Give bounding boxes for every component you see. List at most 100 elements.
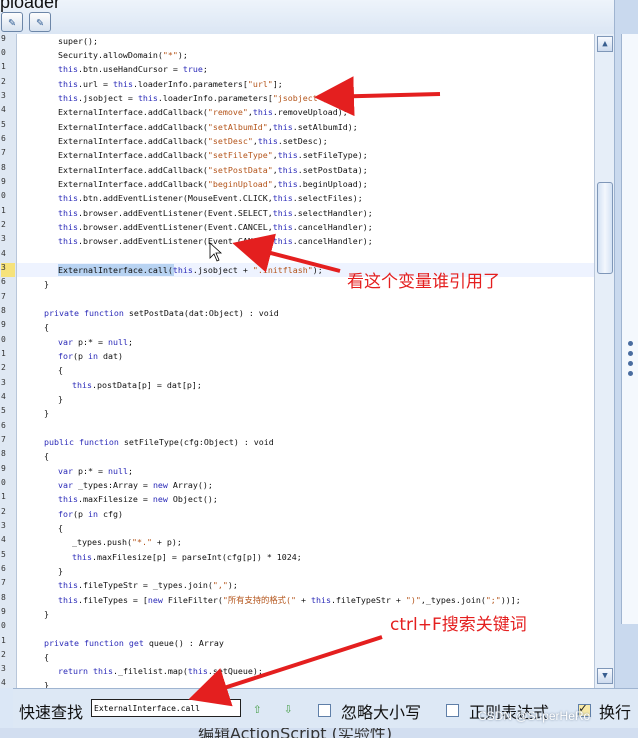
tool-icon: ✎ (36, 15, 44, 29)
regex-checkbox[interactable] (446, 704, 459, 717)
line-number: 1 (1, 349, 6, 358)
ignore-case-label: 忽略大小写 (341, 703, 422, 722)
code-line: } (58, 566, 63, 576)
find-input[interactable] (91, 699, 241, 717)
annotation-search-note: ctrl+F搜索关键词 (390, 615, 527, 635)
code-line: } (44, 609, 49, 619)
toolbar-button-1[interactable]: ✎ (1, 12, 23, 32)
watermark: CSDN @SuperHeRo (478, 709, 591, 723)
line-number: 2 (1, 363, 6, 372)
code-line: for(p in cfg) (58, 509, 123, 519)
code-line-current: ExternalInterface.call(this.jsobject + "… (58, 265, 323, 275)
line-number: 0 (1, 335, 6, 344)
line-number: 3 (1, 234, 6, 243)
code-line: super(); (58, 36, 98, 46)
code-line: } (44, 408, 49, 418)
grip-dot[interactable] (628, 371, 633, 376)
line-number: 7 (1, 435, 6, 444)
line-number: 7 (1, 148, 6, 157)
code-line: for(p in dat) (58, 351, 123, 361)
line-number: 0 (1, 478, 6, 487)
code-line: } (44, 279, 49, 289)
line-number: 9 (1, 607, 6, 616)
line-number: 5 (1, 120, 6, 129)
line-number: 6 (1, 564, 6, 573)
scroll-up-icon[interactable]: ▲ (597, 36, 613, 52)
grip-dot[interactable] (628, 361, 633, 366)
line-number: 7 (1, 292, 6, 301)
right-panel-inner (621, 34, 638, 624)
line-number: 4 (1, 392, 6, 401)
line-number: 6 (1, 277, 6, 286)
line-number: 8 (1, 593, 6, 602)
code-line: { (58, 365, 63, 375)
grip-dot[interactable] (628, 341, 633, 346)
line-number: 4 (1, 105, 6, 114)
code-line: this.postData[p] = dat[p]; (72, 380, 202, 390)
code-line: ExternalInterface.addCallback("setPostDa… (58, 165, 368, 175)
code-line: var _types:Array = new Array(); (58, 480, 213, 490)
gutter-numbers: 9012345678901234367890123456789012345678… (0, 34, 16, 688)
right-panel (614, 0, 638, 738)
arrow-down-icon[interactable]: ⇩ (284, 701, 292, 717)
line-number: 6 (1, 421, 6, 430)
code-line: ExternalInterface.addCallback("setDesc",… (58, 136, 328, 146)
code-line: { (44, 322, 49, 332)
line-number: 3 (1, 378, 6, 387)
toolbar-button-2[interactable]: ✎ (29, 12, 51, 32)
line-number: 5 (1, 406, 6, 415)
scroll-down-icon[interactable]: ▼ (597, 668, 613, 684)
line-number: 8 (1, 163, 6, 172)
code-line: Security.allowDomain("*"); (58, 50, 188, 60)
code-line: this.browser.addEventListener(Event.SELE… (58, 208, 373, 218)
code-line: } (44, 680, 49, 688)
line-number: 2 (1, 507, 6, 516)
ignore-case-checkbox[interactable] (318, 704, 331, 717)
code-editor[interactable]: super(); Security.allowDomain("*"); this… (17, 34, 594, 688)
line-number: 1 (1, 206, 6, 215)
code-line: this.browser.addEventListener(Event.CANC… (58, 236, 373, 246)
line-number: 9 (1, 34, 6, 43)
line-number: 1 (1, 636, 6, 645)
line-number: 9 (1, 320, 6, 329)
line-number: 0 (1, 621, 6, 630)
bottom-tab[interactable]: 编辑ActionScript (实验性) (198, 728, 392, 738)
arrow-up-icon[interactable]: ⇧ (253, 701, 261, 717)
code-line: this.fileTypeStr = _types.join(","); (58, 580, 238, 590)
line-number: 3 (1, 521, 6, 530)
line-number: 4 (1, 535, 6, 544)
line-number: 3 (1, 263, 15, 277)
scroll-thumb[interactable] (597, 182, 613, 274)
code-line: this.browser.addEventListener(Event.CANC… (58, 222, 373, 232)
line-number: 8 (1, 449, 6, 458)
line-number: 0 (1, 48, 6, 57)
line-number: 8 (1, 306, 6, 315)
code-line: this.btn.useHandCursor = true; (58, 64, 208, 74)
line-number: 2 (1, 650, 6, 659)
code-line: } (58, 394, 63, 404)
title-bar: ploader ✎ ✎ (0, 0, 638, 34)
line-number: 9 (1, 464, 6, 473)
line-number: 5 (1, 550, 6, 559)
code-line: ExternalInterface.addCallback("setFileTy… (58, 150, 368, 160)
code-line: this.jsobject = this.loaderInfo.paramete… (58, 93, 333, 103)
code-line: ExternalInterface.addCallback("setAlbumI… (58, 122, 358, 132)
code-line: { (44, 652, 49, 662)
tool-icon: ✎ (8, 15, 16, 29)
code-line: return this._filelist.map(this.setQueue)… (58, 666, 263, 676)
vertical-scrollbar[interactable]: ▲ ▼ (594, 34, 615, 688)
code-line: { (44, 451, 49, 461)
code-line: var p:* = null; (58, 466, 133, 476)
bottom-tab-strip: 编辑ActionScript (实验性) (0, 728, 638, 738)
code-line: this.fileTypes = [new FileFilter("所有支持的格… (58, 595, 521, 605)
code-line: ExternalInterface.addCallback("beginUplo… (58, 179, 368, 189)
line-number: 2 (1, 77, 6, 86)
code-line: this.url = this.loaderInfo.parameters["u… (58, 79, 283, 89)
line-number: 3 (1, 664, 6, 673)
line-number: 0 (1, 191, 6, 200)
grip-dot[interactable] (628, 351, 633, 356)
line-number: 7 (1, 578, 6, 587)
code-line: public function setFileType(cfg:Object) … (44, 437, 274, 447)
code-line: { (58, 523, 63, 533)
code-line: _types.push("*." + p); (72, 537, 182, 547)
